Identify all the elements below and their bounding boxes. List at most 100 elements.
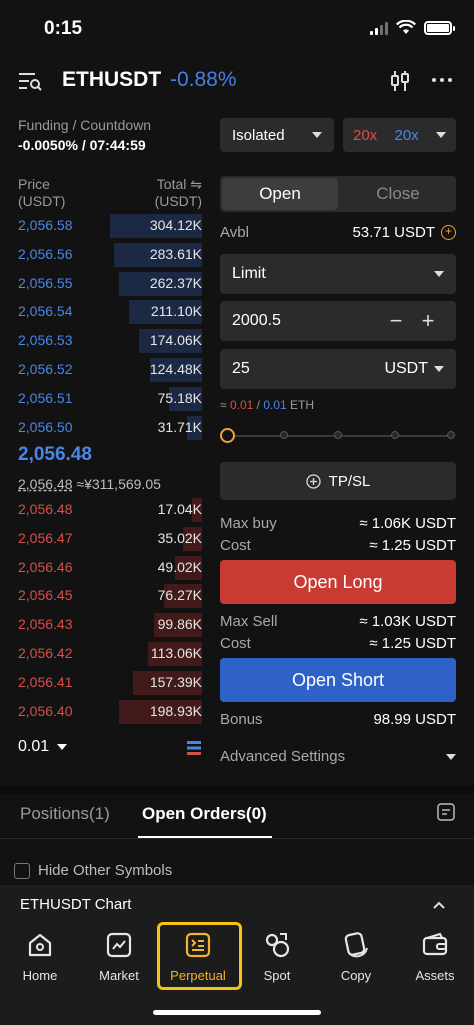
ask-row[interactable]: 2,056.56 283.61K	[0, 241, 210, 269]
bid-price: 2,056.42	[18, 645, 73, 661]
perpetual-highlight	[157, 922, 242, 990]
bid-total: 35.02K	[157, 529, 202, 546]
ask-row[interactable]: 2,056.54 211.10K	[0, 298, 210, 326]
ask-total: 262.37K	[149, 274, 202, 291]
mark-price: 2,056.48 ≈¥311,569.05	[18, 476, 161, 492]
nav-spot[interactable]: Spot	[237, 930, 317, 983]
chevron-down-icon	[436, 132, 446, 138]
cost-short-value: ≈ 1.25 USDT	[369, 635, 456, 652]
tab-open-orders[interactable]: Open Orders(0)	[142, 804, 267, 824]
copy-trade-icon	[344, 932, 368, 958]
bid-row[interactable]: 2,056.42 113.06K	[0, 640, 210, 668]
max-buy-label: Max buy	[220, 515, 277, 532]
ask-price: 2,056.51	[18, 389, 73, 406]
cost-short-label: Cost	[220, 635, 251, 652]
chevron-down-icon	[446, 753, 456, 760]
depth-value: 0.01	[18, 738, 50, 755]
ask-row[interactable]: 2,056.55 262.37K	[0, 270, 210, 298]
bid-total: 157.39K	[149, 673, 202, 690]
ask-price: 2,056.56	[18, 245, 73, 262]
ask-price: 2,056.53	[18, 332, 73, 349]
tab-close[interactable]: Close	[340, 176, 456, 212]
slider-step-75[interactable]	[391, 431, 399, 439]
chevron-down-icon	[57, 744, 68, 750]
last-price: 2,056.48	[18, 444, 92, 465]
orderbook-price-header: Price (USDT)	[18, 176, 66, 209]
hide-other-label: Hide Other Symbols	[38, 862, 173, 879]
open-close-tabs: Open Close	[220, 176, 456, 212]
nav-copy[interactable]: Copy	[316, 930, 396, 983]
bonus-value: 98.99 USDT	[373, 711, 456, 728]
open-short-button[interactable]: Open Short	[220, 658, 456, 702]
amount-input[interactable]: 25 USDT	[220, 349, 456, 389]
cellular-signal-icon	[370, 21, 388, 35]
ask-total: 283.61K	[149, 245, 202, 262]
slider-step-50[interactable]	[334, 431, 342, 439]
open-long-button[interactable]: Open Long	[220, 560, 456, 604]
increase-price-button[interactable]: +	[412, 308, 444, 334]
ask-row[interactable]: 2,056.58 304.12K	[0, 212, 210, 240]
hide-other-symbols[interactable]: Hide Other Symbols	[14, 862, 172, 879]
orderbook-total-header[interactable]: Total ⇋ (USDT)	[120, 176, 202, 210]
funding-label: Funding / Countdown	[18, 117, 152, 133]
more-options-icon[interactable]	[432, 78, 452, 82]
available-value: 53.71 USDT	[352, 224, 435, 241]
nav-market[interactable]: Market	[79, 930, 159, 983]
nav-copy-label: Copy	[340, 968, 372, 983]
chevron-up-icon[interactable]	[432, 898, 446, 912]
ask-price: 2,056.50	[18, 418, 73, 435]
amount-slider-handle[interactable]	[220, 428, 235, 443]
advanced-settings-label: Advanced Settings	[220, 748, 346, 765]
order-type-value: Limit	[232, 265, 266, 282]
candlestick-chart-icon[interactable]	[388, 69, 412, 93]
section-divider	[0, 786, 474, 794]
tab-open[interactable]: Open	[222, 178, 338, 210]
leverage-long: 20x	[353, 126, 378, 144]
bid-price: 2,056.48	[18, 501, 73, 517]
bid-row[interactable]: 2,056.48 17.04K	[0, 496, 210, 524]
ask-price: 2,056.58	[18, 217, 73, 233]
tab-positions[interactable]: Positions(1)	[20, 804, 110, 824]
bid-row[interactable]: 2,056.46 49.02K	[0, 554, 210, 582]
bid-row[interactable]: 2,056.40 198.93K	[0, 698, 210, 726]
bid-total: 99.86K	[157, 616, 202, 633]
nav-home[interactable]: Home	[0, 930, 80, 983]
nav-spot-label: Spot	[263, 968, 291, 983]
ask-price: 2,056.52	[18, 361, 73, 377]
orderbook-layout-icon[interactable]	[186, 740, 202, 756]
hide-other-checkbox[interactable]	[14, 862, 30, 879]
add-funds-icon[interactable]: +	[441, 225, 456, 240]
slider-step-25[interactable]	[280, 431, 288, 439]
leverage-select[interactable]: 20x 20x	[343, 118, 456, 152]
decrease-price-button[interactable]: −	[380, 308, 412, 334]
bid-row[interactable]: 2,056.47 35.02K	[0, 525, 210, 553]
order-type-select[interactable]: Limit	[220, 254, 456, 294]
order-history-icon[interactable]	[436, 802, 456, 822]
slider-step-100[interactable]	[447, 431, 455, 439]
pair-list-icon[interactable]	[18, 70, 42, 92]
depth-select[interactable]: 0.01	[18, 738, 68, 756]
pair-title[interactable]: ETHUSDT	[62, 68, 161, 92]
ask-row[interactable]: 2,056.53 174.06K	[0, 327, 210, 355]
bid-total: 113.06K	[150, 645, 202, 661]
nav-assets[interactable]: Assets	[395, 930, 474, 983]
available-balance: 53.71 USDT +	[330, 224, 456, 241]
tab-baseline	[0, 838, 474, 839]
mark-price-fiat: ≈¥311,569.05	[76, 476, 161, 492]
bid-row[interactable]: 2,056.41 157.39K	[0, 669, 210, 697]
amount-unit-select[interactable]: USDT	[384, 360, 444, 378]
bid-row[interactable]: 2,056.45 76.27K	[0, 582, 210, 610]
price-input[interactable]: 2000.5 − +	[220, 301, 456, 341]
ask-row[interactable]: 2,056.52 124.48K	[0, 356, 210, 384]
ask-row[interactable]: 2,056.50 31.71K	[0, 414, 210, 442]
funding-value: -0.0050% / 07:44:59	[18, 137, 146, 153]
ask-row[interactable]: 2,056.51 75.18K	[0, 385, 210, 413]
spot-icon	[265, 933, 290, 958]
ask-total: 31.71K	[157, 418, 202, 435]
bid-row[interactable]: 2,056.43 99.86K	[0, 611, 210, 639]
bid-total: 49.02K	[157, 558, 202, 575]
margin-mode-select[interactable]: Isolated	[220, 118, 334, 152]
tpsl-button[interactable]: TP/SL	[220, 462, 456, 500]
margin-mode-value: Isolated	[232, 126, 285, 144]
advanced-settings-toggle[interactable]: Advanced Settings	[220, 748, 456, 765]
